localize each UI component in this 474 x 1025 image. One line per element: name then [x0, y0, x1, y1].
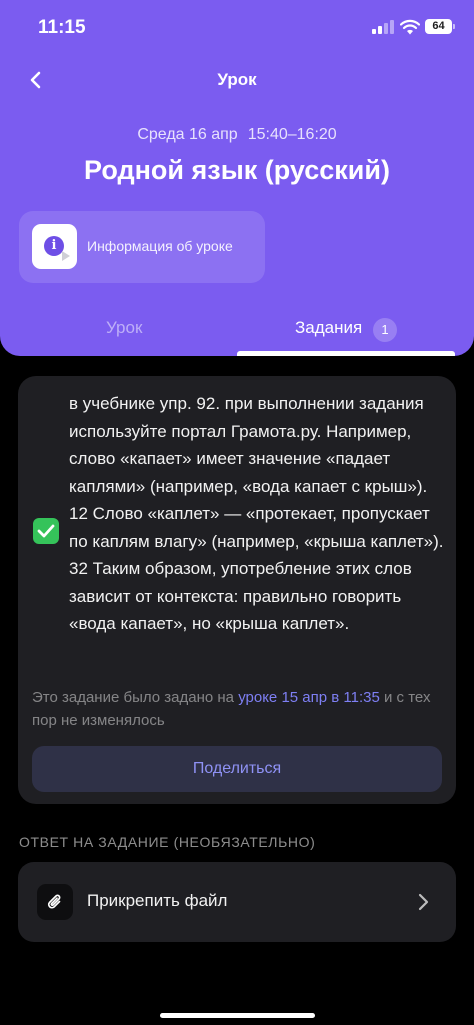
active-tab-indicator — [237, 351, 455, 356]
attach-file-button[interactable]: Прикрепить файл — [18, 862, 456, 942]
task-text: в учебнике упр. 92. при выполнении задан… — [69, 394, 444, 633]
lesson-header: 11:15 64 Урок Среда 16 апр 15:40–16:20 Ро… — [0, 0, 474, 356]
task-card: в учебнике упр. 92. при выполнении задан… — [18, 376, 456, 804]
info-icon: i — [32, 224, 77, 269]
wifi-icon — [400, 19, 420, 35]
lesson-time-range: 15:40–16:20 — [247, 126, 337, 143]
lesson-title: Родной язык (русский) — [84, 155, 390, 185]
cellular-signal-icon — [372, 20, 394, 34]
lesson-date: Среда 16 апр — [137, 126, 238, 143]
lesson-info-label: Информация об уроке — [87, 238, 233, 254]
nav-title: Урок — [217, 70, 257, 89]
attach-file-label: Прикрепить файл — [87, 891, 228, 910]
battery-icon: 64 — [425, 19, 455, 34]
tab-tasks[interactable]: Задания — [295, 318, 362, 338]
checkmark-icon — [37, 524, 55, 538]
task-done-checkbox[interactable] — [33, 518, 59, 544]
status-time: 11:15 — [38, 17, 86, 38]
status-bar: 11:15 64 — [0, 0, 474, 56]
task-lesson-link[interactable]: уроке 15 апр в 11:35 — [238, 689, 380, 706]
lesson-datetime: Среда 16 апр 15:40–16:20 — [0, 126, 474, 144]
tab-lesson[interactable]: Урок — [106, 318, 142, 338]
home-indicator[interactable] — [160, 1013, 315, 1018]
share-button[interactable]: Поделиться — [32, 746, 442, 792]
answer-section-heading: ОТВЕТ НА ЗАДАНИЕ (НЕОБЯЗАТЕЛЬНО) — [19, 834, 316, 850]
task-note-prefix: Это задание было задано на — [32, 689, 239, 706]
tasks-count-badge: 1 — [373, 318, 397, 342]
lesson-info-card[interactable]: i Информация об уроке — [19, 211, 265, 283]
chevron-right-icon — [418, 893, 429, 911]
task-note: Это задание было задано на уроке 15 апр … — [32, 686, 450, 732]
paperclip-icon — [37, 884, 73, 920]
